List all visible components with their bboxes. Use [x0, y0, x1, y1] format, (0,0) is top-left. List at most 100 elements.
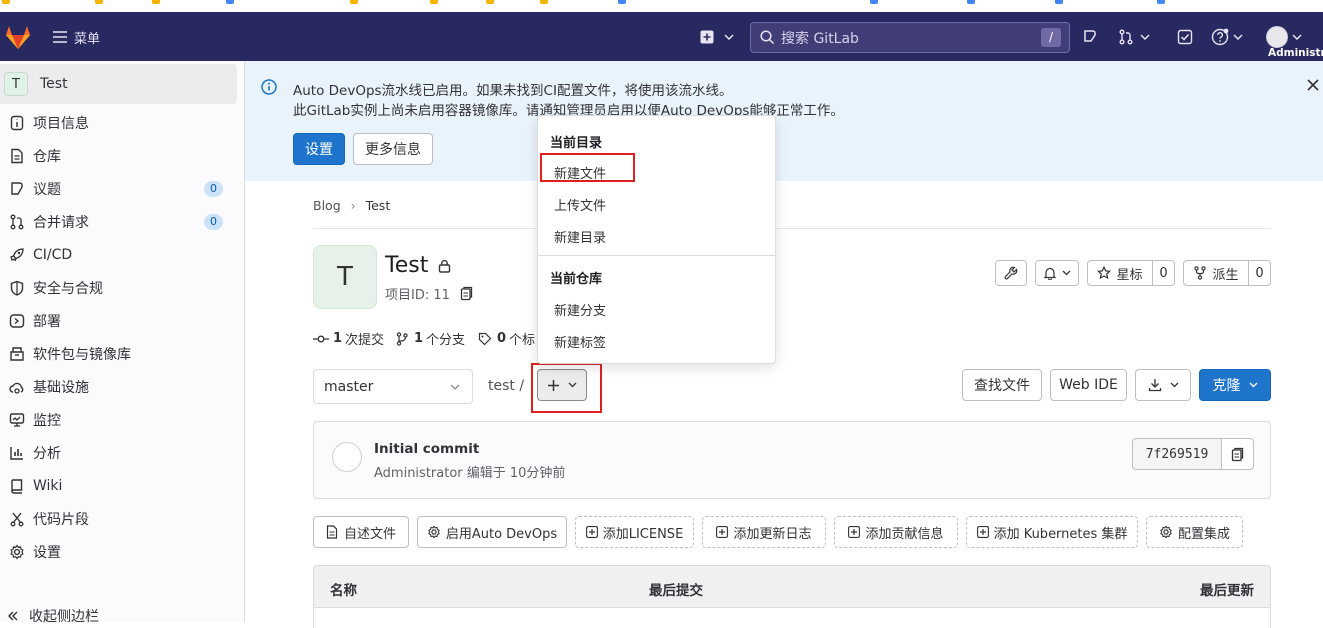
sidebar: T Test 项目信息 仓库 议题 0 合并请求 0 CI/CD 安全与合规 部… — [0, 61, 245, 625]
cloud-gear-icon — [9, 379, 25, 395]
banner-settings-button[interactable]: 设置 — [293, 133, 345, 165]
branches-stat[interactable]: 1 个分支 — [396, 329, 465, 348]
sidebar-project-header[interactable]: T Test — [0, 64, 237, 104]
star-label: 星标 — [1116, 267, 1143, 283]
sidebar-item-repository[interactable]: 仓库 — [0, 139, 237, 172]
sidebar-item-monitor[interactable]: 监控 — [0, 403, 237, 436]
sidebar-item-settings[interactable]: 设置 — [0, 535, 237, 568]
clone-button[interactable]: 克隆 — [1199, 369, 1271, 401]
sidebar-item-snippets[interactable]: 代码片段 — [0, 502, 237, 535]
add-license-label: 添加LICENSE — [602, 526, 684, 542]
breadcrumb-parent-link[interactable]: Blog — [313, 198, 341, 213]
sidebar-item-label: Wiki — [33, 477, 63, 494]
menu-button[interactable]: 菜单 — [52, 26, 100, 48]
merge-request-icon — [9, 214, 25, 230]
fork-icon — [1193, 266, 1207, 280]
readme-button[interactable]: 自述文件 — [313, 516, 409, 548]
add-contributing-label: 添加贡献信息 — [865, 526, 944, 542]
banner-more-info-button[interactable]: 更多信息 — [353, 133, 433, 165]
breadcrumb-current-link[interactable]: Test — [366, 198, 391, 213]
web-ide-button[interactable]: Web IDE — [1050, 369, 1127, 401]
project-settings-button[interactable] — [995, 260, 1027, 286]
dropdown-item-new-directory[interactable]: 新建目录 — [554, 227, 606, 246]
add-license-button[interactable]: 添加LICENSE — [575, 516, 694, 548]
sidebar-item-infrastructure[interactable]: 基础设施 — [0, 370, 237, 403]
commit-author-avatar[interactable] — [332, 442, 362, 472]
enable-auto-devops-button[interactable]: 启用Auto DevOps — [417, 516, 567, 548]
copy-icon[interactable] — [460, 286, 473, 301]
copy-sha-button[interactable] — [1221, 438, 1254, 470]
commit-sha[interactable]: 7f269519 — [1132, 438, 1222, 470]
new-dropdown-button[interactable] — [700, 27, 734, 47]
package-icon — [9, 346, 25, 362]
sidebar-item-label: 监控 — [33, 412, 61, 429]
add-contributing-button[interactable]: 添加贡献信息 — [834, 516, 958, 548]
col-last-commit-header: 最后提交 — [649, 583, 703, 599]
close-icon[interactable] — [1307, 79, 1319, 91]
user-name-label: Administr — [1268, 47, 1323, 59]
repo-path[interactable]: test / — [488, 378, 524, 394]
issues-nav-button[interactable] — [1080, 27, 1100, 47]
breadcrumb-separator: › — [350, 198, 356, 213]
help-nav-button[interactable] — [1211, 26, 1243, 48]
plus-square-icon — [700, 30, 714, 44]
sidebar-item-cicd[interactable]: CI/CD — [0, 238, 237, 271]
todos-nav-button[interactable] — [1175, 27, 1195, 47]
fork-button[interactable]: 派生 — [1183, 260, 1249, 286]
sidebar-item-label: 软件包与镜像库 — [33, 346, 131, 363]
dropdown-item-new-branch[interactable]: 新建分支 — [554, 300, 606, 319]
star-count[interactable]: 0 — [1152, 260, 1175, 286]
sidebar-item-issues[interactable]: 议题 0 — [0, 172, 237, 205]
star-button[interactable]: 星标 — [1087, 260, 1153, 286]
add-kubernetes-button[interactable]: 添加 Kubernetes 集群 — [966, 516, 1138, 548]
chevron-down-icon — [450, 384, 460, 390]
bookmark-strip — [0, 0, 1323, 12]
notification-button[interactable] — [1035, 260, 1079, 286]
dropdown-item-new-tag[interactable]: 新建标签 — [554, 332, 606, 351]
sidebar-item-label: CI/CD — [33, 246, 73, 263]
merge-requests-nav-button[interactable] — [1118, 27, 1150, 47]
download-button[interactable] — [1135, 369, 1191, 401]
commits-count: 1 — [333, 331, 343, 346]
auto-devops-banner: Auto DevOps流水线已启用。如果未找到CI配置文件，将使用该流水线。 此… — [245, 61, 1323, 181]
branch-icon — [396, 331, 408, 346]
branch-selector[interactable]: master — [313, 369, 473, 404]
chevron-down-icon — [1062, 270, 1071, 276]
gitlab-logo-icon[interactable] — [4, 24, 32, 50]
find-file-button[interactable]: 查找文件 — [962, 369, 1042, 401]
sidebar-item-label: 议题 — [33, 181, 61, 198]
sidebar-item-label: 部署 — [33, 313, 61, 330]
sidebar-item-project-info[interactable]: 项目信息 — [0, 106, 237, 139]
dropdown-item-upload-file[interactable]: 上传文件 — [554, 195, 606, 214]
tags-label: 个标 — [509, 333, 536, 348]
sidebar-item-merge-requests[interactable]: 合并请求 0 — [0, 205, 237, 238]
copy-icon — [1231, 447, 1244, 462]
branches-label: 个分支 — [426, 333, 466, 348]
collapse-sidebar-button[interactable]: 收起侧边栏 — [0, 605, 237, 627]
chevron-down-icon — [1170, 382, 1179, 388]
commits-stat[interactable]: 1 次提交 — [313, 329, 384, 348]
sidebar-item-analytics[interactable]: 分析 — [0, 436, 237, 469]
search-input[interactable]: 搜索 GitLab / — [750, 22, 1070, 53]
sidebar-item-security[interactable]: 安全与合规 — [0, 271, 237, 304]
chart-icon — [9, 445, 25, 461]
bell-icon — [1043, 266, 1057, 280]
settings-icon — [427, 525, 441, 539]
commit-icon — [313, 334, 329, 344]
chevron-down-icon — [1292, 34, 1302, 40]
sidebar-item-wiki[interactable]: Wiki — [0, 469, 237, 502]
tags-stat[interactable]: 0 个标 — [478, 329, 535, 348]
commit-title[interactable]: Initial commit — [374, 441, 479, 457]
top-navbar: 菜单 搜索 GitLab / Administr — [0, 12, 1323, 61]
sidebar-item-packages[interactable]: 软件包与镜像库 — [0, 337, 237, 370]
sidebar-item-deployments[interactable]: 部署 — [0, 304, 237, 337]
configure-integrations-button[interactable]: 配置集成 — [1146, 516, 1243, 548]
fork-count[interactable]: 0 — [1248, 260, 1271, 286]
add-changelog-button[interactable]: 添加更新日志 — [702, 516, 826, 548]
plus-square-icon — [976, 526, 989, 538]
divider — [313, 228, 1271, 229]
count-badge: 0 — [204, 213, 223, 230]
table-row — [313, 608, 1271, 628]
highlight-box-new-file — [540, 153, 635, 182]
dropdown-section-current-repository: 当前仓库 — [550, 272, 603, 287]
